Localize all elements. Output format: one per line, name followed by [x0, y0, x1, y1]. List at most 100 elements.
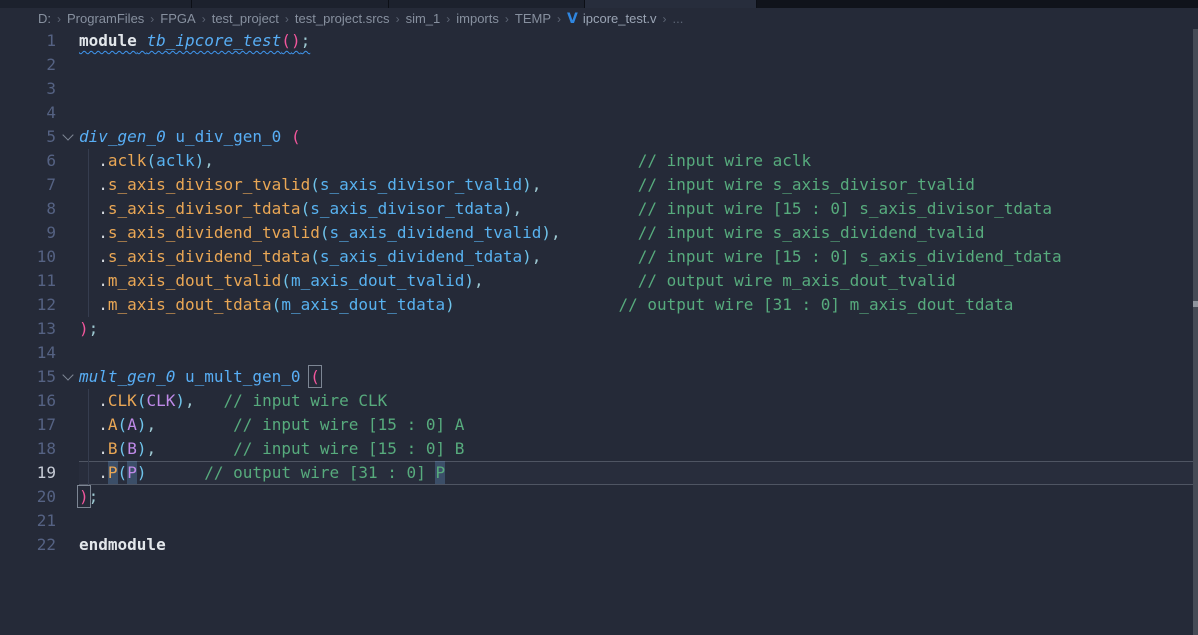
code-line-3[interactable]: 3 — [0, 77, 1198, 101]
code-text: .aclk(aclk), // input wire aclk — [79, 151, 811, 170]
breadcrumb-item-filename[interactable]: ipcore_test.v — [583, 11, 657, 26]
code-token: ( — [118, 439, 128, 458]
line-number: 22 — [0, 533, 56, 557]
fold-chevron-down-icon[interactable] — [56, 365, 79, 389]
code-editor[interactable]: 1module tb_ipcore_test();2345 div_gen_0 u… — [0, 29, 1198, 635]
code-line-18[interactable]: 18 .B(B), // input wire [15 : 0] B — [0, 437, 1198, 461]
code-line-5[interactable]: 5 div_gen_0 u_div_gen_0 ( — [0, 125, 1198, 149]
line-number: 14 — [0, 341, 56, 365]
code-token: ) — [503, 199, 513, 218]
code-token: ) — [445, 295, 455, 314]
code-token: ( — [272, 295, 282, 314]
code-token: s_axis_dividend_tvalid — [329, 223, 541, 242]
chevron-right-icon: › — [202, 12, 206, 26]
code-line-2[interactable]: 2 — [0, 53, 1198, 77]
code-token: ( — [118, 463, 128, 482]
breadcrumb-item-sim1[interactable]: sim_1 — [406, 11, 441, 26]
code-token: s_axis_divisor_tdata — [108, 199, 301, 218]
code-token: ) — [464, 271, 474, 290]
code-text: .B(B), // input wire [15 : 0] B — [79, 439, 464, 458]
code-line-16[interactable]: 16 .CLK(CLK), // input wire CLK — [0, 389, 1198, 413]
line-number: 6 — [0, 149, 56, 173]
code-token: // output wire [31 : 0] — [204, 463, 435, 482]
code-token: . — [98, 295, 108, 314]
code-token — [79, 151, 98, 170]
line-number: 15 — [0, 365, 56, 389]
code-line-13[interactable]: 13); — [0, 317, 1198, 341]
code-token — [281, 127, 291, 146]
code-line-11[interactable]: 11 .m_axis_dout_tvalid(m_axis_dout_tvali… — [0, 269, 1198, 293]
line-number: 9 — [0, 221, 56, 245]
breadcrumb-item-test-project[interactable]: test_project — [212, 11, 279, 26]
code-line-7[interactable]: 7 .s_axis_divisor_tvalid(s_axis_divisor_… — [0, 173, 1198, 197]
breadcrumb-symbol-path[interactable]: ... — [673, 11, 684, 26]
code-token — [301, 367, 311, 386]
chevron-right-icon: › — [505, 12, 509, 26]
code-text: div_gen_0 u_div_gen_0 ( — [79, 127, 301, 146]
code-token: ( — [310, 175, 320, 194]
breadcrumb-item-srcs[interactable]: test_project.srcs — [295, 11, 390, 26]
code-token: ( — [137, 391, 147, 410]
code-line-21[interactable]: 21 — [0, 509, 1198, 533]
tab-1[interactable] — [0, 0, 192, 8]
code-token: . — [98, 415, 108, 434]
code-line-10[interactable]: 10 .s_axis_dividend_tdata(s_axis_dividen… — [0, 245, 1198, 269]
breadcrumb-item-imports[interactable]: imports — [456, 11, 499, 26]
code-line-22[interactable]: 22endmodule — [0, 533, 1198, 557]
code-line-15[interactable]: 15mult_gen_0 u_mult_gen_0 ( — [0, 365, 1198, 389]
code-token: tb_ipcore_test — [146, 31, 281, 50]
fold-chevron-down-icon[interactable] — [56, 125, 79, 149]
breadcrumb-item-programfiles[interactable]: ProgramFiles — [67, 11, 144, 26]
code-token: // input wire CLK — [224, 391, 388, 410]
code-token: . — [98, 199, 108, 218]
breadcrumb-item-drive[interactable]: D: — [38, 11, 51, 26]
code-token: . — [98, 439, 108, 458]
code-token — [484, 271, 638, 290]
code-line-14[interactable]: 14 — [0, 341, 1198, 365]
code-line-12[interactable]: 12 .m_axis_dout_tdata(m_axis_dout_tdata)… — [0, 293, 1198, 317]
code-line-19[interactable]: 19 .P(P) // output wire [31 : 0] P — [0, 461, 1198, 485]
code-token — [79, 463, 98, 482]
code-token: A — [108, 415, 118, 434]
line-number: 16 — [0, 389, 56, 413]
code-token: ; — [301, 31, 311, 50]
line-number: 5 — [0, 125, 56, 149]
tab-2[interactable] — [192, 0, 389, 8]
code-token: ( — [118, 415, 128, 434]
overview-ruler-scrollbar[interactable] — [1193, 29, 1198, 635]
code-line-20[interactable]: 20); — [0, 485, 1198, 509]
code-token: P — [127, 463, 137, 482]
code-line-4[interactable]: 4 — [0, 101, 1198, 125]
code-token: s_axis_dividend_tvalid — [108, 223, 320, 242]
breadcrumb-item-temp[interactable]: TEMP — [515, 11, 551, 26]
chevron-right-icon: › — [557, 12, 561, 26]
code-token: B — [127, 439, 137, 458]
code-text: .s_axis_dividend_tdata(s_axis_dividend_t… — [79, 247, 1062, 266]
code-token: , — [532, 175, 542, 194]
code-token: B — [108, 439, 118, 458]
code-token: ; — [89, 487, 99, 506]
code-line-1[interactable]: 1module tb_ipcore_test(); — [0, 29, 1198, 53]
tab-active-ipcore-test[interactable] — [585, 0, 757, 8]
code-token: ) — [522, 175, 532, 194]
code-line-8[interactable]: 8 .s_axis_divisor_tdata(s_axis_divisor_t… — [0, 197, 1198, 221]
code-token: // output wire [31 : 0] m_axis_dout_tdat… — [618, 295, 1013, 314]
breadcrumb-item-fpga[interactable]: FPGA — [160, 11, 195, 26]
code-line-6[interactable]: 6 .aclk(aclk), // input wire aclk — [0, 149, 1198, 173]
code-token: P — [435, 463, 445, 482]
tab-3[interactable] — [389, 0, 585, 8]
breadcrumb: D: › ProgramFiles › FPGA › test_project … — [0, 8, 1198, 29]
line-number: 10 — [0, 245, 56, 269]
code-line-9[interactable]: 9 .s_axis_dividend_tvalid(s_axis_dividen… — [0, 221, 1198, 245]
code-text: module tb_ipcore_test(); — [79, 31, 310, 50]
code-text: .s_axis_divisor_tvalid(s_axis_divisor_tv… — [79, 175, 975, 194]
code-token — [79, 439, 98, 458]
code-token: s_axis_divisor_tvalid — [108, 175, 310, 194]
code-line-17[interactable]: 17 .A(A), // input wire [15 : 0] A — [0, 413, 1198, 437]
code-text: .CLK(CLK), // input wire CLK — [79, 391, 387, 410]
code-token: ) — [291, 31, 301, 50]
code-token: module — [79, 31, 137, 50]
code-token: ( — [310, 367, 320, 386]
line-number: 3 — [0, 77, 56, 101]
tab-bar — [0, 0, 1198, 8]
